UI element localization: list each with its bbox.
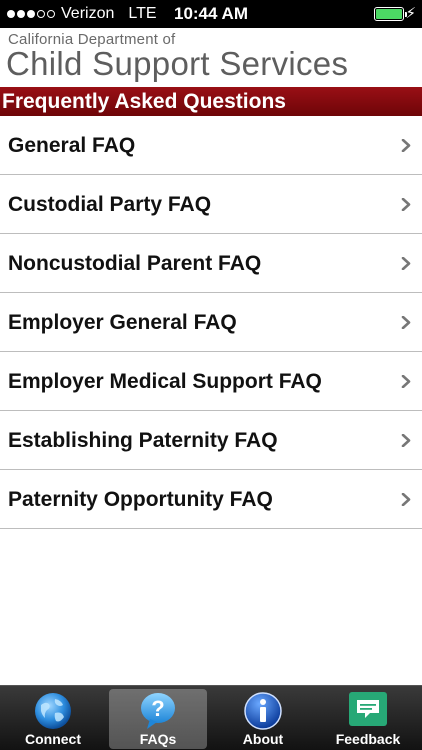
faq-item-noncustodial-parent[interactable]: Noncustodial Parent FAQ xyxy=(0,234,422,293)
chevron-right-icon xyxy=(401,316,411,329)
status-time: 10:44 AM xyxy=(173,4,248,23)
tab-faqs[interactable]: ? FAQs xyxy=(109,689,207,749)
chevron-right-icon xyxy=(401,139,411,152)
faq-item-label: Employer Medical Support FAQ xyxy=(8,370,322,393)
chevron-right-icon xyxy=(401,257,411,270)
battery-level xyxy=(376,9,402,19)
logo-title: Child Support Services xyxy=(6,45,349,82)
faq-item-label: Paternity Opportunity FAQ xyxy=(8,488,273,511)
charging-icon: ⚡ xyxy=(405,5,416,22)
tab-label: FAQs xyxy=(139,731,177,747)
feedback-message-icon xyxy=(349,692,387,726)
tab-bar: Connect ? FAQs About Feedback xyxy=(0,685,422,750)
faq-item-custodial-party[interactable]: Custodial Party FAQ xyxy=(0,175,422,234)
section-title: Frequently Asked Questions xyxy=(0,87,422,116)
faq-item-label: Employer General FAQ xyxy=(8,311,237,334)
chevron-right-icon xyxy=(401,493,411,506)
globe-icon xyxy=(35,693,71,729)
faq-item-label: Establishing Paternity FAQ xyxy=(8,429,278,452)
faq-item-label: Custodial Party FAQ xyxy=(8,193,212,216)
battery-icon xyxy=(374,7,407,21)
tab-connect[interactable]: Connect xyxy=(4,689,102,749)
tab-label: Connect xyxy=(25,731,81,747)
svg-text:?: ? xyxy=(151,696,164,721)
tab-label: About xyxy=(242,731,284,747)
faq-list: General FAQ Custodial Party FAQ Noncusto… xyxy=(0,116,422,529)
info-icon xyxy=(244,692,282,730)
faq-item-employer-general[interactable]: Employer General FAQ xyxy=(0,293,422,352)
status-bar: Verizon LTE 10:44 AM ⚡ xyxy=(0,0,422,28)
faq-item-employer-medical-support[interactable]: Employer Medical Support FAQ xyxy=(0,352,422,411)
faq-item-label: Noncustodial Parent FAQ xyxy=(8,252,262,275)
tab-label: Feedback xyxy=(335,731,401,747)
tab-about[interactable]: About xyxy=(214,689,312,749)
chevron-right-icon xyxy=(401,434,411,447)
app-header: California Department of Child Support S… xyxy=(0,28,422,87)
question-bubble-icon: ? xyxy=(141,693,175,729)
faq-item-establishing-paternity[interactable]: Establishing Paternity FAQ xyxy=(0,411,422,470)
faq-item-paternity-opportunity[interactable]: Paternity Opportunity FAQ xyxy=(0,470,422,529)
tab-feedback[interactable]: Feedback xyxy=(319,689,417,749)
faq-item-general[interactable]: General FAQ xyxy=(0,116,422,175)
chevron-right-icon xyxy=(401,198,411,211)
chevron-right-icon xyxy=(401,375,411,388)
faq-item-label: General FAQ xyxy=(8,134,136,157)
